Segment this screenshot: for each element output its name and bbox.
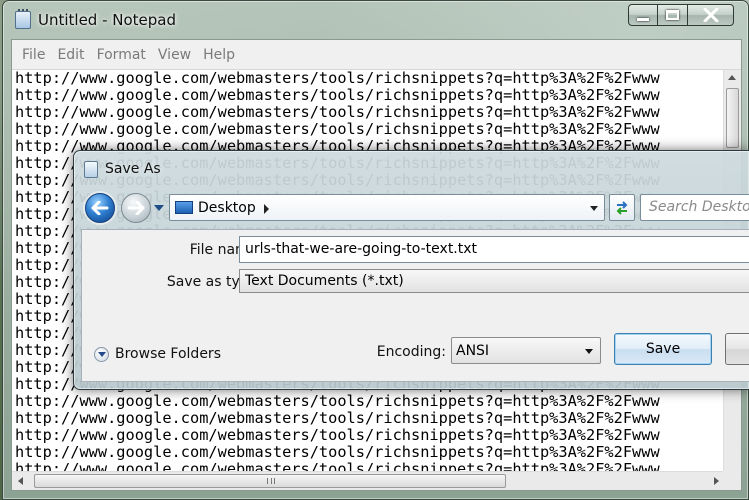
- vertical-scroll-thumb[interactable]: [726, 88, 739, 148]
- minimize-icon: [637, 17, 649, 21]
- forward-button[interactable]: [121, 193, 151, 223]
- menu-edit[interactable]: Edit: [51, 47, 90, 63]
- close-button[interactable]: [688, 4, 734, 26]
- address-location[interactable]: Desktop: [198, 200, 256, 216]
- maximize-icon: [666, 10, 679, 20]
- file-name-input[interactable]: urls-that-we-are-going-to-text.txt: [239, 236, 749, 263]
- menu-help[interactable]: Help: [197, 47, 241, 63]
- save-as-icon: [84, 161, 98, 178]
- horizontal-scroll-thumb[interactable]: [34, 474, 506, 488]
- horizontal-scrollbar[interactable]: [12, 471, 725, 490]
- address-dropdown-icon[interactable]: [590, 206, 598, 211]
- dialog-title: Save As: [105, 161, 161, 177]
- desktop-folder-icon: [175, 201, 193, 214]
- dialog-body: File name: urls-that-we-are-going-to-tex…: [81, 229, 749, 382]
- menu-bar: File Edit Format View Help: [12, 40, 741, 70]
- scroll-right-icon[interactable]: [714, 477, 719, 485]
- maximize-button[interactable]: [658, 4, 688, 26]
- scroll-up-icon[interactable]: [728, 75, 736, 80]
- encoding-dropdown-icon: [585, 349, 593, 354]
- save-button[interactable]: Save: [614, 333, 712, 365]
- scroll-left-icon[interactable]: [18, 477, 23, 485]
- back-button[interactable]: [85, 193, 115, 223]
- encoding-select[interactable]: ANSI: [451, 337, 601, 364]
- text-line: http://www.google.com/webmasters/tools/r…: [15, 103, 660, 121]
- close-icon: [703, 8, 718, 22]
- address-bar[interactable]: Desktop: [169, 194, 605, 221]
- encoding-value: ANSI: [456, 343, 490, 359]
- menu-file[interactable]: File: [16, 47, 51, 63]
- breadcrumb-chevron-icon[interactable]: [264, 204, 269, 214]
- text-line: http://www.google.com/webmasters/tools/r…: [15, 86, 660, 104]
- search-input[interactable]: Search Desktop: [640, 194, 749, 221]
- text-line: http://www.google.com/webmasters/tools/r…: [15, 409, 660, 427]
- window-title: Untitled - Notepad: [38, 11, 177, 29]
- browse-folders-toggle[interactable]: Browse Folders: [94, 346, 221, 362]
- minimize-button[interactable]: [628, 4, 658, 26]
- text-line: http://www.google.com/webmasters/tools/r…: [15, 426, 660, 444]
- cancel-button[interactable]: [725, 333, 749, 365]
- save-type-select[interactable]: Text Documents (*.txt): [239, 269, 749, 293]
- menu-view[interactable]: View: [152, 47, 197, 63]
- forward-arrow-icon: [127, 201, 145, 215]
- text-line: http://www.google.com/webmasters/tools/r…: [15, 392, 660, 410]
- back-arrow-icon: [91, 201, 109, 215]
- text-line: http://www.google.com/webmasters/tools/r…: [15, 70, 660, 87]
- text-line: http://www.google.com/webmasters/tools/r…: [15, 120, 660, 138]
- notepad-icon[interactable]: [15, 9, 31, 29]
- caption-buttons: [628, 4, 734, 26]
- menu-format[interactable]: Format: [91, 47, 152, 63]
- scroll-grip-icon: [267, 478, 275, 484]
- refresh-icon: [616, 200, 628, 215]
- browse-folders-label: Browse Folders: [115, 346, 221, 362]
- recent-locations-dropdown-icon[interactable]: [154, 205, 164, 211]
- refresh-button[interactable]: [609, 194, 635, 221]
- text-line: http://www.google.com/webmasters/tools/r…: [15, 443, 660, 461]
- save-as-dialog: Save As Desktop Search Desktop File name…: [73, 150, 749, 390]
- expand-circle-icon: [94, 346, 109, 362]
- encoding-label: Encoding:: [376, 344, 446, 360]
- scrollbar-corner: [723, 471, 741, 490]
